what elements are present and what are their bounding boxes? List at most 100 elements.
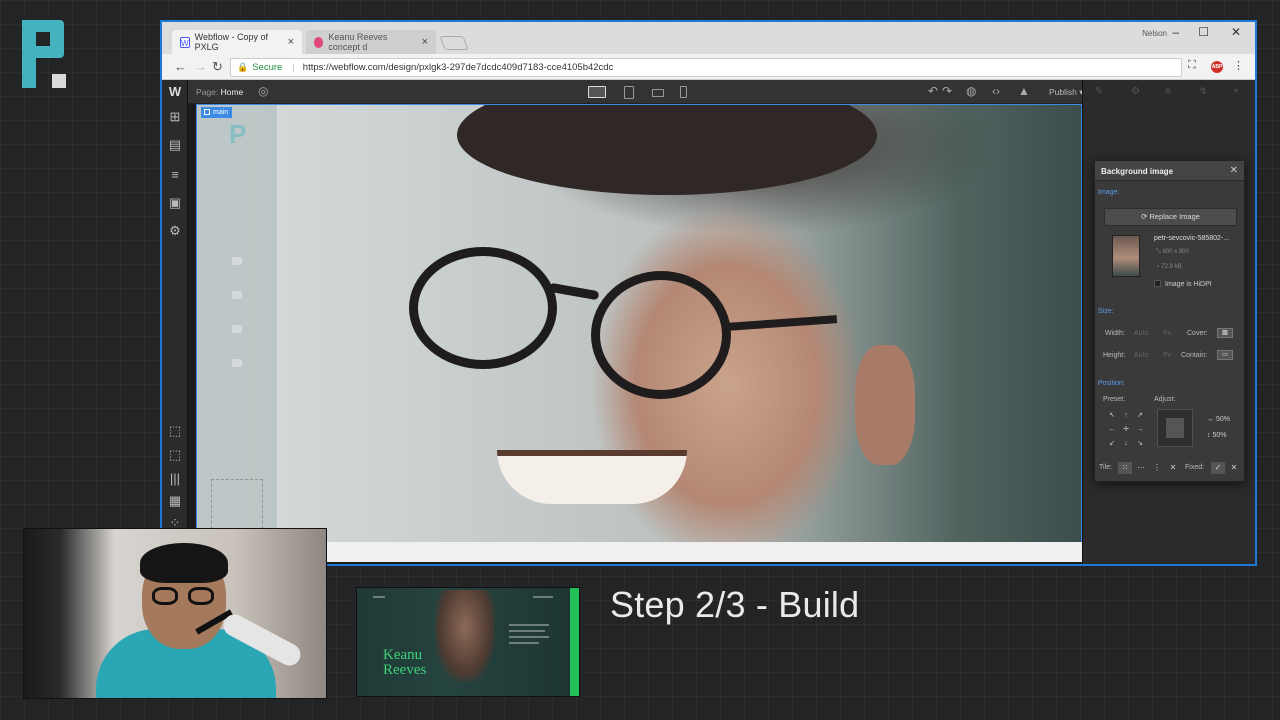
close-icon[interactable]: × [422,36,428,48]
url-input[interactable]: 🔒 Secure | https://webflow.com/design/px… [230,58,1182,77]
style-manager-icon[interactable]: ||| [168,472,182,486]
instagram-icon[interactable] [232,325,242,333]
image-file-size: ◔ 72.9 kB [1156,264,1182,270]
photo-smile [497,450,687,504]
tab-webflow[interactable]: W Webflow - Copy of PXLG × [172,30,302,54]
tile-vertical-icon[interactable]: ⋮ [1150,462,1164,474]
menu-kebab-icon[interactable]: ⋮ [1233,59,1244,72]
design-preview-thumbnail: Keanu Reeves [356,587,580,697]
arrow-top-right-icon[interactable]: ↗ [1133,409,1147,423]
page-indicator[interactable]: Page: Home [196,87,243,97]
close-icon[interactable]: × [288,36,294,48]
minimize-icon[interactable]: – [1172,25,1179,39]
cover-image-icon[interactable]: ▨ [1217,328,1233,338]
url-separator: | [292,62,295,73]
code-export-icon[interactable]: ‹› [992,84,1000,98]
height-unit[interactable]: Px [1163,352,1171,359]
forward-icon[interactable]: → [194,59,207,74]
width-unit[interactable]: Px [1163,330,1171,337]
webflow-logo-icon[interactable]: W [168,85,182,99]
panel-close-icon[interactable]: ✕ [1230,165,1238,176]
window-close-icon[interactable]: ✕ [1231,25,1241,39]
photo-ear [855,345,915,465]
adblock-icon[interactable]: ABP [1211,61,1223,73]
redo-icon[interactable]: ↷ [942,84,952,98]
twitter-icon[interactable] [232,291,242,299]
background-image-panel: Background image ✕ Image: ⟳ Replace Imag… [1094,160,1245,482]
maximize-icon[interactable]: ☐ [1198,25,1209,39]
panel-interactions-icon[interactable]: ↯ [1199,86,1207,97]
replace-label: Replace Image [1149,212,1200,221]
arrow-bottom-right-icon[interactable]: ↘ [1133,437,1147,451]
tablet-view-button[interactable] [624,86,634,99]
arrow-bottom-left-icon[interactable]: ↙ [1105,437,1119,451]
tile-none-icon[interactable]: ✕ [1166,462,1180,474]
image-thumbnail[interactable] [1112,235,1140,277]
mobile-landscape-button[interactable] [652,89,664,97]
tab-keanu-concept[interactable]: Keanu Reeves concept d × [306,30,436,54]
position-adjust-pad[interactable] [1157,409,1193,447]
new-tab-button[interactable] [439,36,469,50]
width-input[interactable]: Auto [1134,330,1148,337]
screenshot-icon[interactable]: ⛶ [1188,59,1196,72]
symbols-icon[interactable]: ▦ [168,494,182,508]
position-x-input[interactable]: ↔ 50% [1207,416,1230,423]
refresh-icon: ⟳ [1141,212,1148,221]
arrow-bottom-icon[interactable]: ↓ [1119,437,1133,451]
preview-text-line [509,636,549,638]
arrow-top-left-icon[interactable]: ↖ [1105,409,1119,423]
publish-button[interactable]: Publish ▾ [1049,87,1084,98]
style-brush-icon[interactable]: ✎ [1095,86,1103,97]
preview-portrait [435,590,495,682]
tile-both-icon[interactable]: ⁙ [1118,462,1132,474]
preview-title: Keanu Reeves [383,648,426,678]
tile-horizontal-icon[interactable]: ⋯ [1134,462,1148,474]
replace-image-button[interactable]: ⟳ Replace Image [1104,208,1237,226]
hidpi-checkbox[interactable]: Image is HiDPI [1154,280,1212,288]
cover-label: Cover: [1187,330,1208,337]
mobile-portrait-button[interactable] [680,86,687,98]
page-name: Home [220,87,244,97]
fixed-no-icon[interactable]: ✕ [1227,462,1241,474]
address-bar: ← → ↻ 🔒 Secure | https://webflow.com/des… [162,54,1255,80]
add-element-icon[interactable]: ⊞ [168,110,182,124]
presenter-hair [140,543,228,583]
arrow-left-icon[interactable]: ← [1105,423,1119,437]
selected-element-label: main [213,109,229,116]
assets-icon[interactable]: ▣ [168,196,182,210]
settings-gear-icon[interactable]: ⚙ [168,224,182,238]
pages-icon[interactable]: ▤ [168,138,182,152]
cms-icon[interactable]: ≡ [168,168,182,182]
reload-icon[interactable]: ↻ [212,59,223,75]
fixed-yes-icon[interactable]: ✓ [1211,462,1225,474]
linkedin-icon[interactable] [232,359,242,367]
height-input[interactable]: Auto [1134,352,1148,359]
arrow-center-icon[interactable]: ✛ [1119,423,1133,437]
secure-label: Secure [252,62,283,73]
preview-eye-icon[interactable]: ◎ [258,84,268,98]
undo-icon[interactable]: ↶ [928,84,938,98]
contain-image-icon[interactable]: ▭ [1217,350,1233,360]
back-icon[interactable]: ← [174,59,187,74]
arrow-top-icon[interactable]: ↑ [1119,409,1133,423]
editor-icon[interactable]: ▲ [1018,84,1030,98]
canvas-horizontal-scrollbar[interactable] [326,542,1084,562]
language-icon[interactable]: ◍ [966,84,976,98]
photo-glasses-left [409,247,557,369]
panel-add-icon[interactable]: + [1233,86,1239,97]
presenter-glasses-left [152,587,178,605]
desktop-view-button[interactable] [588,86,606,98]
selector-icon[interactable]: ⬚ [168,424,182,438]
position-y-input[interactable]: ↕ 50% [1207,432,1226,439]
panel-settings-icon[interactable]: ⚙ [1131,86,1140,97]
preview-text-line [509,642,539,644]
youtube-icon[interactable] [232,257,242,265]
navigator-icon[interactable]: ⬚ [168,448,182,462]
presenter-glasses-right [188,587,214,605]
panel-navigator-icon[interactable]: ≡ [1165,86,1171,97]
page-label: Page: [196,87,219,97]
selected-element-badge[interactable]: main [201,107,233,118]
design-canvas[interactable]: P main [196,104,1082,543]
position-preset-grid: ↖ ↑ ↗ ← ✛ → ↙ ↓ ↘ [1105,409,1147,451]
arrow-right-icon[interactable]: → [1133,423,1147,437]
